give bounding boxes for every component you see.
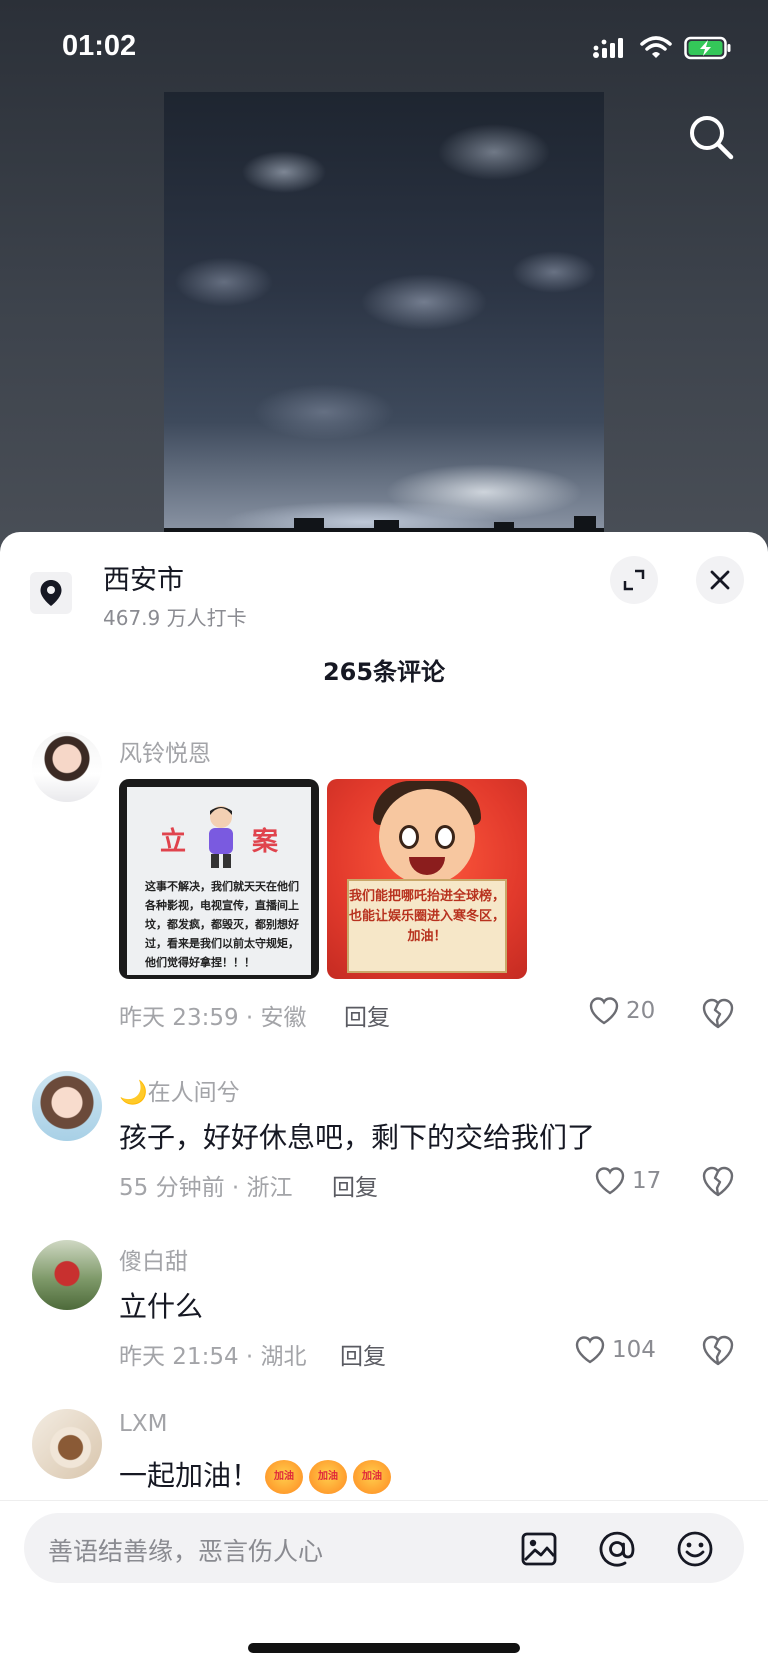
comment-input[interactable]: 善语结善缘，恶言伤人心	[24, 1513, 744, 1583]
avatar[interactable]	[32, 1071, 102, 1141]
close-button[interactable]	[696, 556, 744, 604]
comment-text-content: 一起加油！	[119, 1459, 260, 1492]
heart-icon	[575, 1336, 605, 1364]
mention-icon[interactable]	[598, 1530, 636, 1568]
like-button[interactable]: 20	[588, 996, 655, 1026]
home-indicator[interactable]	[248, 1643, 520, 1653]
broken-heart-icon[interactable]	[700, 1164, 736, 1200]
image-title-left: 立	[159, 827, 186, 857]
comment-meta: 55 分钟前 · 浙江	[119, 1175, 293, 1201]
battery-charging-icon	[684, 36, 731, 60]
jiayou-emoji: 加油	[265, 1460, 304, 1494]
avatar[interactable]	[32, 732, 102, 802]
like-count: 20	[626, 998, 656, 1024]
comment-username[interactable]: LXM	[119, 1411, 167, 1437]
image-content: 立 案 这事不解决，我们就天天在他们各种影视，电视宣传，直播间上坟，都发疯，都毁…	[127, 787, 311, 975]
image-picker-icon[interactable]	[520, 1530, 558, 1568]
comment-text: 立什么	[119, 1290, 204, 1323]
comment-count: 265条评论	[322, 658, 446, 686]
reply-button[interactable]: 回复	[332, 1168, 378, 1202]
like-button[interactable]: 104	[574, 1335, 656, 1365]
comment-image[interactable]: 我们能把哪吒抬进全球榜，也能让娱乐圈进入寒冬区，加油！	[327, 779, 527, 979]
cartoon-eye	[399, 825, 419, 849]
image-sign-text: 我们能把哪吒抬进全球榜，也能让娱乐圈进入寒冬区，加油！	[347, 879, 507, 973]
heart-icon	[595, 1167, 625, 1195]
heart-icon	[589, 997, 619, 1025]
location-pin-icon	[40, 580, 62, 606]
cartoon-eye	[435, 825, 455, 849]
expand-button[interactable]	[610, 556, 658, 604]
close-icon	[710, 570, 730, 590]
location-name[interactable]: 西安市	[103, 558, 184, 597]
wifi-icon	[640, 36, 672, 58]
comment-text: 一起加油！ 加油 加油 加油	[119, 1454, 392, 1494]
comment-image[interactable]: 立 案 这事不解决，我们就天天在他们各种影视，电视宣传，直播间上坟，都发疯，都毁…	[119, 779, 319, 979]
comment-meta: 昨天 21:54 · 湖北	[119, 1344, 307, 1370]
image-title-right: 案	[251, 827, 278, 857]
skyline-silhouette	[164, 516, 604, 532]
like-count: 104	[612, 1337, 656, 1363]
broken-heart-icon[interactable]	[700, 1333, 736, 1369]
comment-input-placeholder: 善语结善缘，恶言伤人心	[48, 1537, 324, 1566]
comment-input-bar: 善语结善缘，恶言伤人心	[0, 1500, 768, 1663]
jiayou-emoji: 加油	[353, 1460, 392, 1494]
cellular-signal-icon	[593, 38, 623, 58]
broken-heart-icon[interactable]	[700, 996, 736, 1032]
avatar[interactable]	[32, 1240, 102, 1310]
comment-username[interactable]: 傻白甜	[119, 1242, 188, 1276]
location-header[interactable]: 西安市 467.9 万人打卡	[0, 532, 768, 642]
status-bar: 01:02	[0, 0, 768, 96]
like-count: 17	[632, 1168, 662, 1194]
jiayou-emoji: 加油	[309, 1460, 348, 1494]
status-icons	[592, 36, 732, 60]
location-checkins: 467.9 万人打卡	[103, 606, 247, 630]
comment-meta: 昨天 23:59 · 安徽	[119, 1005, 307, 1031]
comment-username[interactable]: 🌙在人间兮	[119, 1073, 240, 1107]
like-button[interactable]: 17	[594, 1166, 661, 1196]
location-icon-box	[30, 572, 72, 614]
comment-username[interactable]: 风铃悦恩	[119, 734, 211, 768]
reply-button[interactable]: 回复	[340, 1337, 386, 1371]
image-body-text: 这事不解决，我们就天天在他们各种影视，电视宣传，直播间上坟，都发疯，都毁灭，都别…	[145, 880, 299, 969]
avatar[interactable]	[32, 1409, 102, 1479]
status-time: 01:02	[62, 30, 137, 62]
reply-button[interactable]: 回复	[344, 998, 390, 1032]
cartoon-boy-illustration	[209, 806, 233, 868]
emoji-icon[interactable]	[676, 1530, 714, 1568]
video-thumbnail[interactable]	[164, 92, 604, 532]
comment-text: 孩子，好好休息吧，剩下的交给我们了	[119, 1121, 596, 1154]
search-icon[interactable]	[686, 112, 736, 162]
video-area[interactable]: 01:02	[0, 0, 768, 560]
expand-icon	[623, 569, 645, 591]
